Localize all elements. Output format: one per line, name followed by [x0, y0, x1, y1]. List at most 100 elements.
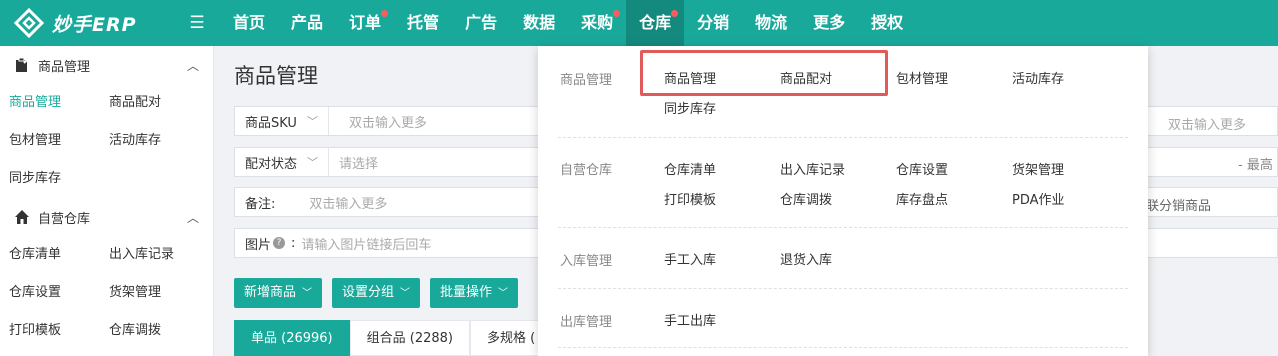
- menu-link-return-inbound[interactable]: 退货入库: [780, 249, 832, 268]
- menu-divider: [558, 137, 1128, 138]
- add-product-button[interactable]: 新增商品 ﹀: [234, 278, 323, 308]
- nav-item-label: 采购: [581, 13, 614, 32]
- top-nav-bar: 妙手ERP ☰ 首页 产品 订单 托管 广告 数据 采购 仓库 分销 物流 更多 授权: [0, 0, 1278, 46]
- help-icon[interactable]: ?: [273, 237, 286, 249]
- menu-link-warehouse-settings[interactable]: 仓库设置: [896, 159, 948, 178]
- menu-section-title: 出库管理: [560, 315, 613, 330]
- sidebar-item-print-template[interactable]: 打印模板: [9, 312, 109, 350]
- image-label-wrap: 图片 ?:: [245, 235, 296, 253]
- nav-item-label: 物流: [755, 13, 788, 32]
- nav-item-label: 首页: [233, 13, 266, 32]
- chevron-down-icon: ﹀: [400, 288, 411, 299]
- nav-item-label: 托管: [407, 13, 440, 32]
- nav-item-label: 订单: [349, 13, 382, 32]
- nav-item-2[interactable]: 订单: [336, 0, 394, 46]
- sku-input[interactable]: 双击输入更多: [329, 112, 427, 131]
- clipboard-icon: [14, 57, 30, 73]
- tab-single[interactable]: 单品 (26996): [234, 320, 350, 356]
- menu-section-title: 商品管理: [560, 73, 613, 88]
- brand-logo[interactable]: 妙手ERP: [0, 0, 180, 46]
- menu-divider: [558, 347, 1128, 348]
- remark-input[interactable]: 双击输入更多: [285, 193, 387, 212]
- nav-item-label: 产品: [291, 13, 324, 32]
- menu-link-pda[interactable]: PDA作业: [1012, 189, 1065, 208]
- chevron-down-icon: ﹀: [498, 288, 509, 299]
- sidebar-item-product-pair[interactable]: 商品配对: [109, 84, 209, 122]
- pair-status-input[interactable]: 请选择: [329, 153, 378, 172]
- menu-link-inout-record[interactable]: 出入库记录: [780, 159, 845, 178]
- sidebar-group-warehouse[interactable]: 自营仓库 ︿: [0, 198, 213, 236]
- sidebar-item-warehouse-settings[interactable]: 仓库设置: [9, 274, 109, 312]
- menu-link-print-template[interactable]: 打印模板: [664, 189, 716, 208]
- brand-name: 妙手ERP: [52, 13, 137, 36]
- menu-divider: [558, 227, 1128, 228]
- nav-item-5[interactable]: 数据: [510, 0, 568, 46]
- nav-item-label: 分销: [697, 13, 730, 32]
- sidebar-group-title: 自营仓库: [38, 211, 91, 227]
- highlight-annotation-box: [640, 50, 888, 96]
- sidebar-item-activity-stock[interactable]: 活动库存: [109, 122, 209, 160]
- sidebar: 商品管理 ︿ 商品管理 商品配对 包材管理 活动库存 同步库存 自营仓库 ︿ 仓…: [0, 46, 214, 356]
- right-sku-input[interactable]: 双击输入更多: [1168, 114, 1246, 133]
- nav-item-3[interactable]: 托管: [394, 0, 452, 46]
- batch-action-button[interactable]: 批量操作 ﹀: [430, 278, 519, 308]
- sidebar-item-warehouse-transfer[interactable]: 仓库调拨: [109, 312, 209, 350]
- nav-item-9[interactable]: 物流: [742, 0, 800, 46]
- nav-item-label: 广告: [465, 13, 498, 32]
- sku-type-select[interactable]: 商品SKU ﹀: [235, 107, 329, 135]
- nav-item-label: 数据: [523, 13, 556, 32]
- sku-type-label: 商品SKU: [245, 115, 297, 131]
- notification-dot-icon: [671, 10, 679, 17]
- tab-combo[interactable]: 组合品 (2288): [349, 320, 471, 356]
- set-group-button[interactable]: 设置分组 ﹀: [332, 278, 421, 308]
- menu-link-packaging[interactable]: 包材管理: [896, 68, 948, 87]
- sidebar-item-inout-record[interactable]: 出入库记录: [109, 236, 209, 274]
- remark-label: 备注:: [245, 196, 276, 212]
- menu-link-sync-stock[interactable]: 同步库存: [664, 98, 716, 117]
- nav-item-7[interactable]: 仓库: [626, 0, 685, 46]
- nav-item-label: 更多: [813, 13, 846, 32]
- menu-link-manual-outbound[interactable]: 手工出库: [664, 310, 716, 329]
- menu-toggle-icon[interactable]: ☰: [182, 13, 212, 33]
- chevron-up-icon: ︿: [186, 210, 199, 225]
- nav-item-label: 授权: [871, 13, 904, 32]
- menu-section-title: 自营仓库: [560, 163, 613, 178]
- set-group-label: 设置分组: [342, 285, 395, 300]
- sidebar-item-packaging[interactable]: 包材管理: [9, 122, 109, 160]
- sidebar-item-shelf-manage[interactable]: 货架管理: [109, 274, 209, 312]
- nav-item-10[interactable]: 更多: [800, 0, 858, 46]
- chevron-down-icon: ﹀: [307, 156, 319, 169]
- sidebar-group-product[interactable]: 商品管理 ︿: [0, 46, 213, 84]
- menu-divider: [558, 288, 1128, 289]
- image-url-input[interactable]: 请输入图片链接后回车: [295, 234, 431, 253]
- price-range-max[interactable]: - 最高: [1238, 154, 1273, 173]
- distribution-product-filter[interactable]: 联分销商品: [1146, 195, 1211, 214]
- menu-link-manual-inbound[interactable]: 手工入库: [664, 249, 716, 268]
- menu-link-stocktake[interactable]: 库存盘点: [896, 189, 948, 208]
- pair-status-label: 配对状态: [245, 156, 298, 172]
- nav-item-11[interactable]: 授权: [858, 0, 916, 46]
- nav-item-6[interactable]: 采购: [568, 0, 626, 46]
- sidebar-item-sync-stock[interactable]: 同步库存: [9, 160, 109, 198]
- menu-link-warehouse-list[interactable]: 仓库清单: [664, 159, 716, 178]
- chevron-down-icon: ﹀: [306, 115, 318, 128]
- home-icon: [14, 209, 30, 225]
- notification-dot-icon: [381, 10, 389, 17]
- page-title: 商品管理: [234, 64, 318, 88]
- batch-action-label: 批量操作: [440, 285, 493, 300]
- sidebar-item-warehouse-list[interactable]: 仓库清单: [9, 236, 109, 274]
- nav-item-4[interactable]: 广告: [452, 0, 510, 46]
- add-product-label: 新增商品: [244, 285, 297, 300]
- sidebar-item-product-manage[interactable]: 商品管理: [9, 84, 109, 122]
- menu-link-activity-stock[interactable]: 活动库存: [1012, 68, 1064, 87]
- menu-section-title: 入库管理: [560, 254, 613, 269]
- menu-link-warehouse-transfer[interactable]: 仓库调拨: [780, 189, 832, 208]
- pair-status-select[interactable]: 配对状态 ﹀: [235, 148, 330, 176]
- nav-item-8[interactable]: 分销: [684, 0, 742, 46]
- image-label: 图片: [245, 237, 272, 253]
- nav-item-0[interactable]: 首页: [220, 0, 278, 46]
- sidebar-group-title: 商品管理: [38, 59, 91, 75]
- chevron-down-icon: ﹀: [302, 288, 313, 299]
- nav-item-1[interactable]: 产品: [278, 0, 336, 46]
- menu-link-shelf-manage[interactable]: 货架管理: [1012, 159, 1064, 178]
